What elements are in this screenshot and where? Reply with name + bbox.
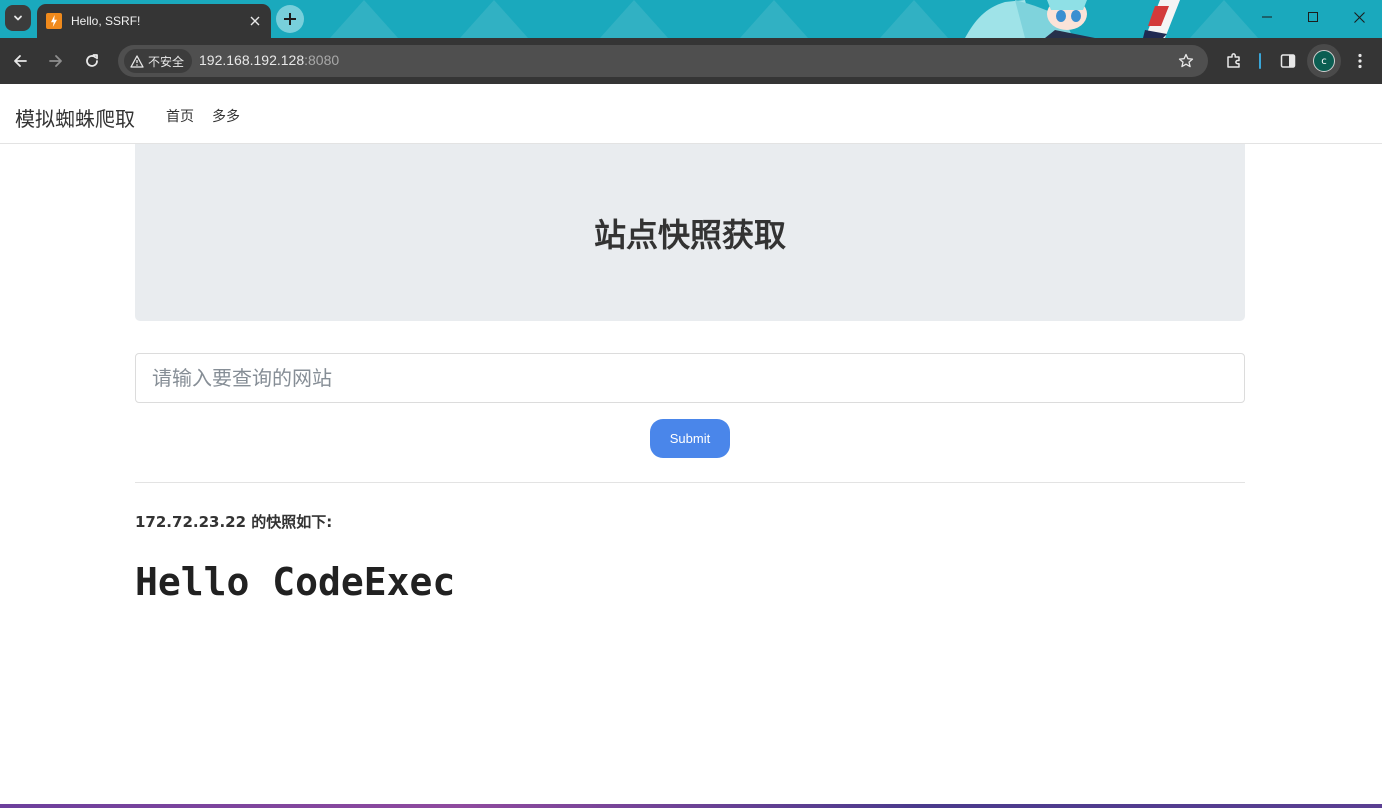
minimize-button[interactable] xyxy=(1244,0,1290,34)
avatar: c xyxy=(1313,50,1335,72)
browser-menu-button[interactable] xyxy=(1348,49,1372,73)
puzzle-icon xyxy=(1227,53,1240,68)
security-indicator[interactable]: 不安全 xyxy=(124,49,193,73)
side-panel-icon xyxy=(1280,54,1296,68)
browser-toolbar: 不安全 192.168.192.128:8080 c xyxy=(0,38,1382,84)
arrow-left-icon xyxy=(14,55,27,67)
section-divider xyxy=(135,482,1245,483)
nav-link-more[interactable]: 多多 xyxy=(212,106,240,126)
browser-titlebar: Hello, SSRF! xyxy=(0,0,1382,38)
address-bar[interactable]: 不安全 192.168.192.128:8080 xyxy=(118,45,1208,77)
url-text[interactable]: 192.168.192.128:8080 xyxy=(199,52,339,68)
reload-button[interactable] xyxy=(78,47,106,75)
site-navbar: 模拟蜘蛛爬取 首页 多多 xyxy=(0,84,1382,144)
forward-button[interactable] xyxy=(42,47,70,75)
security-label: 不安全 xyxy=(148,54,185,69)
new-tab-button[interactable] xyxy=(276,5,304,33)
maximize-button[interactable] xyxy=(1290,0,1336,34)
theme-artwork xyxy=(955,0,1195,38)
url-port: :8080 xyxy=(304,52,340,68)
site-brand[interactable]: 模拟蜘蛛爬取 xyxy=(15,103,135,132)
tab-close-icon[interactable] xyxy=(245,11,265,31)
url-host: 192.168.192.128 xyxy=(199,52,305,68)
submit-button[interactable]: Submit xyxy=(650,419,730,458)
hero-banner: 站点快照获取 xyxy=(135,144,1245,321)
warning-icon xyxy=(130,54,144,68)
minimize-icon xyxy=(1262,16,1272,18)
tab-search-button[interactable] xyxy=(5,5,31,31)
bookmark-button[interactable] xyxy=(1176,51,1196,71)
site-favicon-icon xyxy=(46,13,62,29)
desktop-taskbar-edge xyxy=(0,804,1382,808)
website-url-input[interactable] xyxy=(135,353,1245,403)
snapshot-content: Hello CodeExec xyxy=(135,560,456,604)
nav-link-home[interactable]: 首页 xyxy=(166,106,194,126)
profile-button[interactable]: c xyxy=(1307,44,1341,78)
maximize-icon xyxy=(1308,12,1318,22)
page-title: 站点快照获取 xyxy=(593,215,786,254)
arrow-right-icon xyxy=(49,55,62,67)
side-panel-button[interactable] xyxy=(1276,49,1300,73)
back-button[interactable] xyxy=(6,47,34,75)
chevron-down-icon xyxy=(14,15,22,21)
star-icon xyxy=(1178,53,1194,68)
reload-icon xyxy=(86,54,98,67)
toolbar-divider xyxy=(1259,53,1261,69)
extensions-button[interactable] xyxy=(1222,49,1246,73)
close-window-button[interactable] xyxy=(1336,0,1382,34)
tab-title: Hello, SSRF! xyxy=(71,14,141,28)
snapshot-label: 172.72.23.22 的快照如下: xyxy=(135,513,333,531)
more-vertical-icon xyxy=(1358,53,1362,69)
close-icon xyxy=(1353,11,1365,23)
browser-tab[interactable]: Hello, SSRF! xyxy=(37,4,271,38)
plus-icon xyxy=(284,13,296,25)
